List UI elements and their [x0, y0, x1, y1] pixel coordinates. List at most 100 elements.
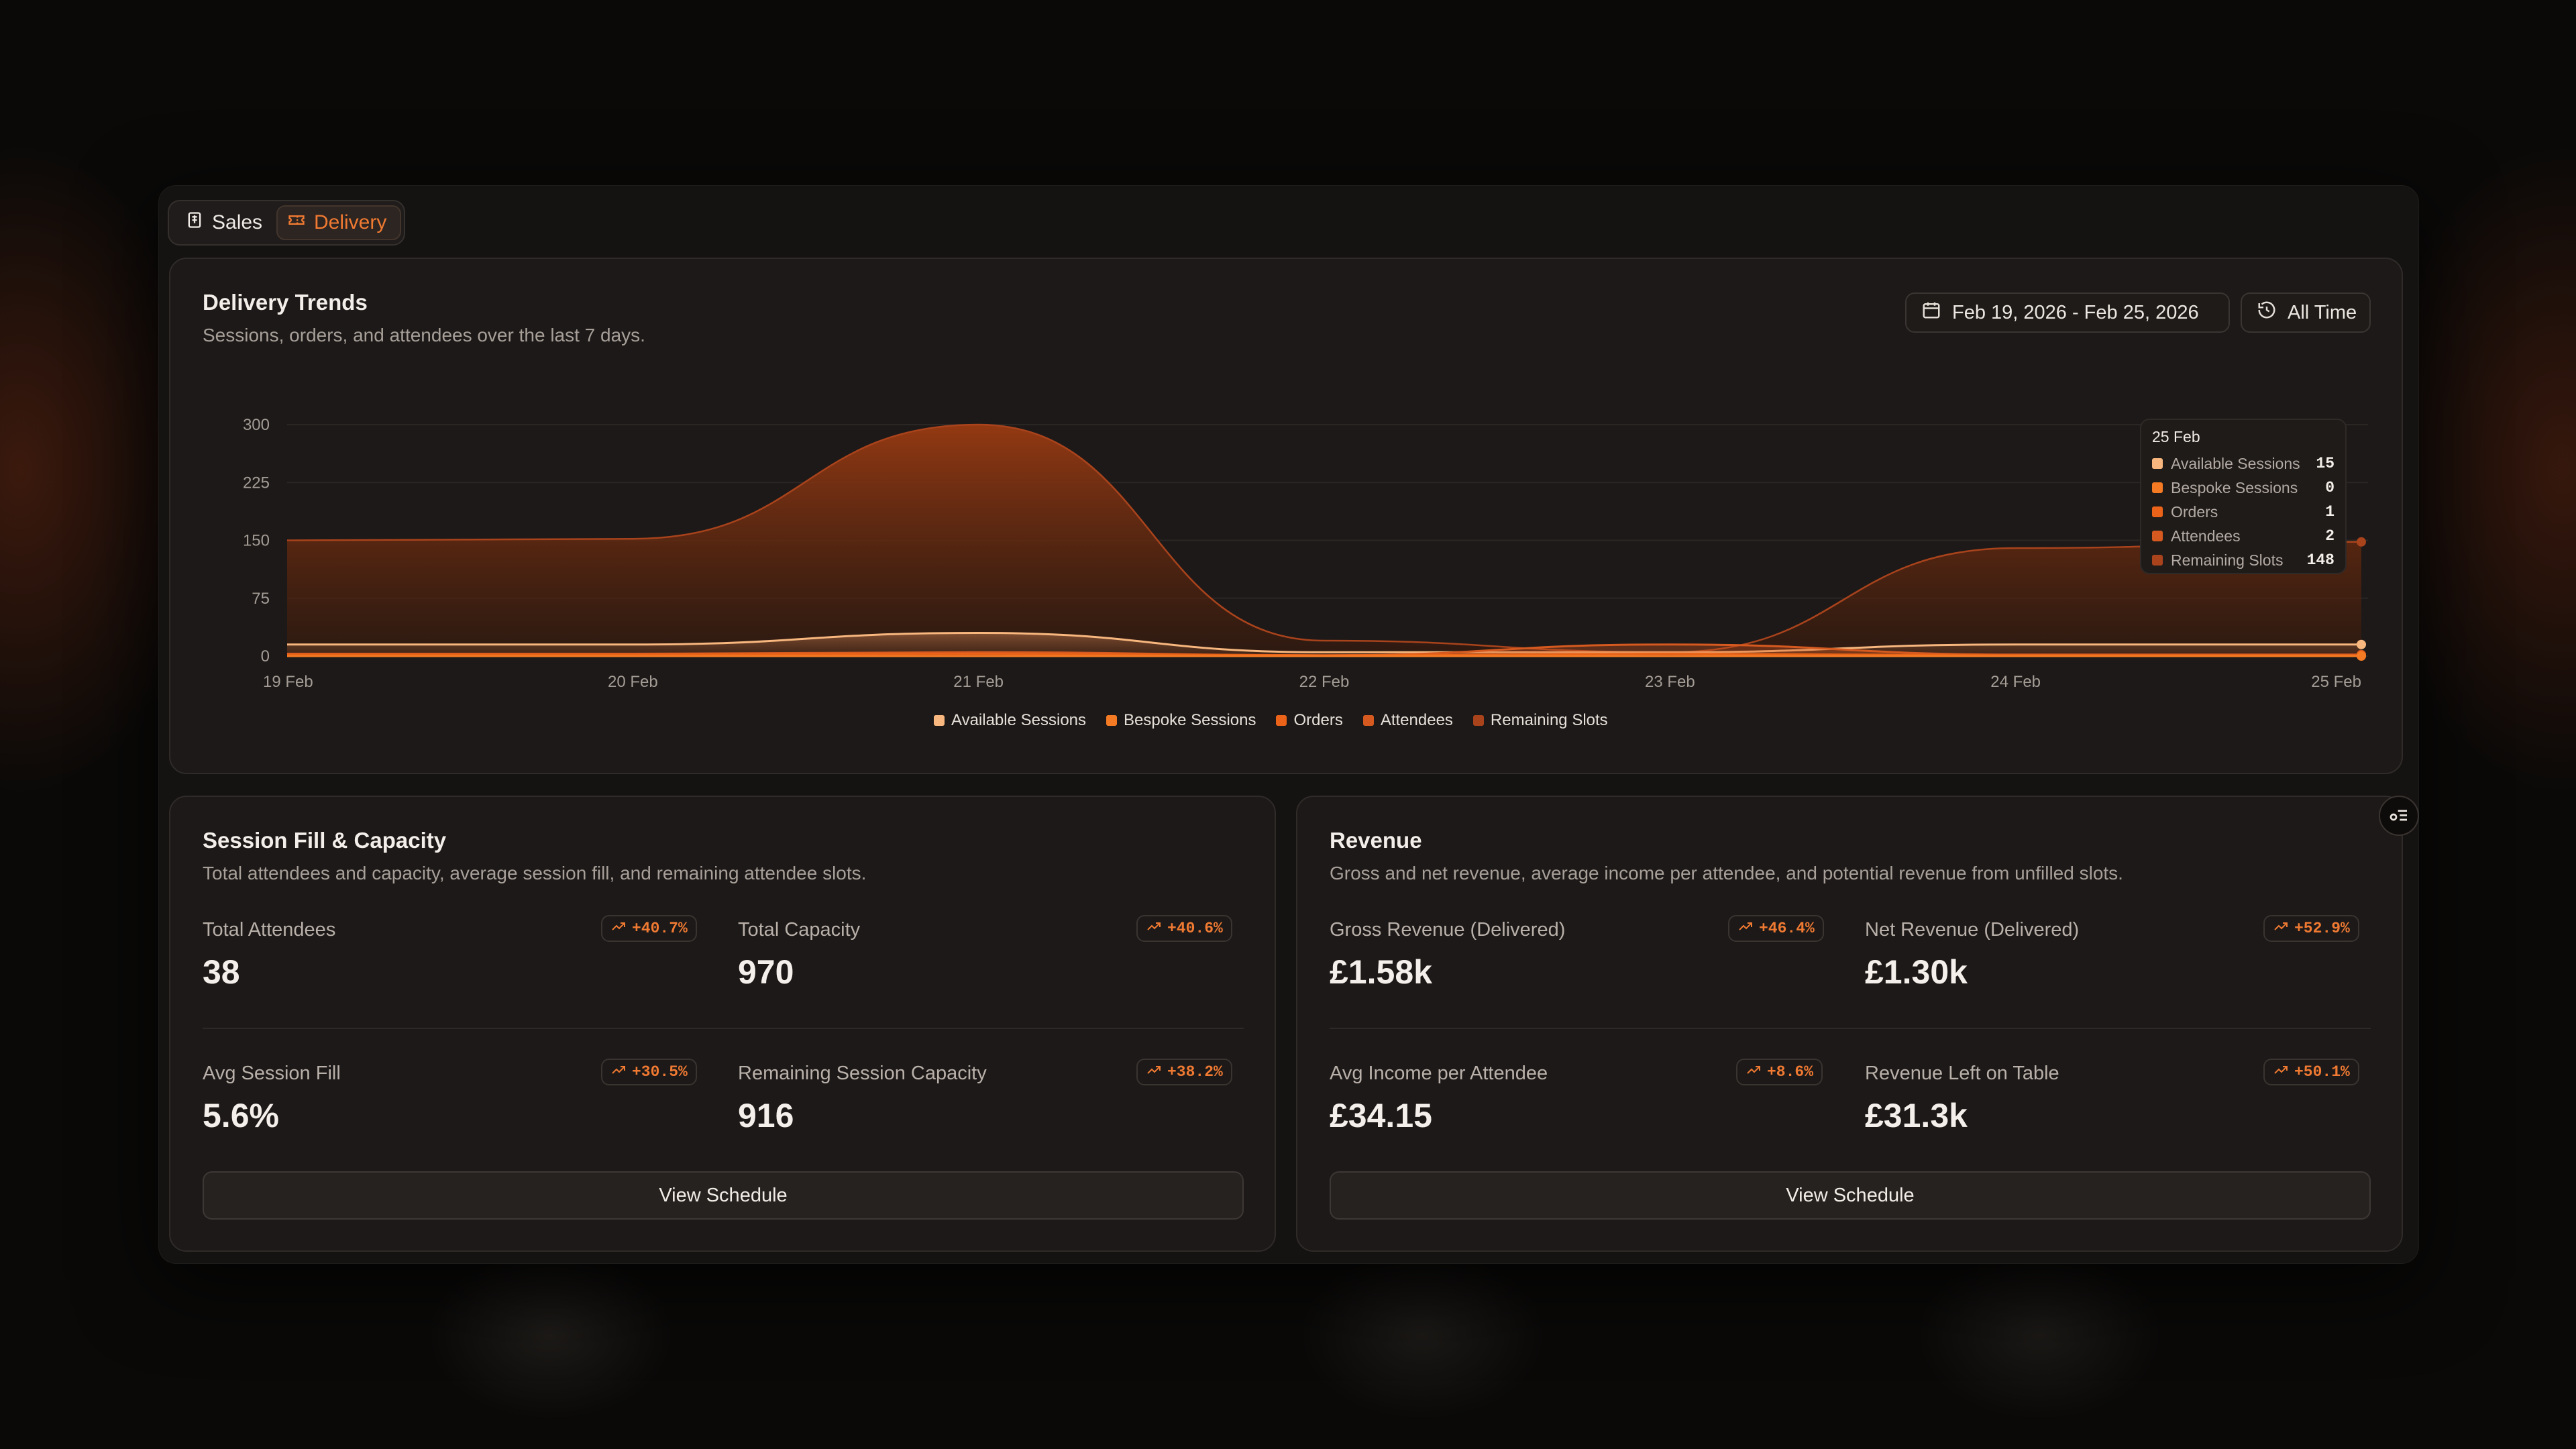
legend-label: Orders: [1293, 711, 1343, 729]
tooltip-swatch: [2152, 482, 2163, 493]
tooltip-row: Remaining Slots 148: [2152, 548, 2334, 572]
metric-label-avg-session-fill: Avg Session Fill: [203, 1063, 341, 1084]
metric-value-avg-session-fill: 5.6%: [203, 1097, 279, 1134]
metrics-divider: [203, 1028, 1244, 1029]
legend-item[interactable]: Bespoke Sessions: [1106, 711, 1256, 730]
x-tick-label: 23 Feb: [1645, 673, 1695, 691]
chart-tooltip: 25 Feb Available Sessions 15 Bespoke Sessi…: [2140, 419, 2347, 574]
y-tick-label: 75: [252, 590, 270, 608]
trend-up-icon: [610, 918, 627, 939]
change-value: +30.5%: [632, 1063, 688, 1081]
legend-item[interactable]: Available Sessions: [934, 711, 1086, 730]
trend-up-icon: [2273, 918, 2289, 939]
legend-label: Bespoke Sessions: [1124, 711, 1256, 729]
trend-up-icon: [1146, 918, 1162, 939]
trend-up-icon: [1737, 918, 1754, 939]
legend-swatch: [1106, 715, 1118, 726]
tooltip-value: 148: [2306, 551, 2334, 569]
customize-button[interactable]: [2379, 796, 2419, 836]
legend-swatch: [1276, 715, 1287, 726]
change-badge: +46.4%: [1728, 915, 1824, 942]
trend-up-icon: [1746, 1062, 1762, 1083]
trend-up-icon: [1146, 1062, 1162, 1083]
session-title: Session Fill & Capacity: [203, 828, 447, 853]
legend-swatch: [934, 715, 945, 726]
legend-swatch: [1362, 715, 1374, 726]
change-badge: +40.6%: [1136, 915, 1232, 942]
legend-label: Available Sessions: [951, 711, 1087, 729]
tooltip-value: 2: [2325, 527, 2334, 545]
metric-value-total-attendees: 38: [203, 953, 240, 991]
legend-swatch: [1472, 715, 1484, 726]
legend-item[interactable]: Attendees: [1362, 711, 1453, 730]
change-badge: +52.9%: [2263, 915, 2359, 942]
metric-label-net-revenue: Net Revenue (Delivered): [1865, 919, 2080, 941]
chart-legend: Available Sessions Bespoke Sessions Orders…: [934, 711, 1608, 730]
change-value: +38.2%: [1167, 1063, 1223, 1081]
revenue-subtitle: Gross and net revenue, average income pe…: [1330, 863, 2123, 883]
metric-label-remaining-capacity: Remaining Session Capacity: [738, 1063, 987, 1084]
session-fill-card: Session Fill & Capacity Total attendees …: [169, 796, 1276, 1252]
metric-value-revenue-left: £31.3k: [1865, 1097, 1968, 1134]
tooltip-value: 0: [2325, 479, 2334, 496]
tooltip-swatch: [2152, 555, 2163, 566]
change-badge: +30.5%: [601, 1059, 697, 1085]
view-schedule-button[interactable]: View Schedule: [203, 1171, 1244, 1220]
change-value: +8.6%: [1767, 1063, 1814, 1081]
metric-label-total-capacity: Total Capacity: [738, 919, 861, 941]
change-badge: +38.2%: [1136, 1059, 1232, 1085]
legend-item[interactable]: Orders: [1276, 711, 1343, 730]
series-point: [2357, 651, 2366, 661]
change-badge: +40.7%: [601, 915, 697, 942]
metrics-divider: [1330, 1028, 2371, 1029]
y-tick-label: 150: [243, 532, 270, 550]
tooltip-row: Attendees 2: [2152, 524, 2334, 548]
settings-list-icon: [2388, 804, 2410, 828]
metric-value-net-revenue: £1.30k: [1865, 953, 1968, 991]
metric-value-avg-income: £34.15: [1330, 1097, 1432, 1134]
y-tick-label: 225: [243, 474, 270, 492]
tooltip-label: Orders: [2171, 502, 2218, 521]
x-tick-label: 25 Feb: [2311, 673, 2361, 691]
x-tick-label: 20 Feb: [608, 673, 658, 691]
change-value: +46.4%: [1759, 920, 1815, 937]
series-point: [2357, 537, 2366, 547]
change-value: +50.1%: [2294, 1063, 2350, 1081]
session-subtitle: Total attendees and capacity, average se…: [203, 863, 867, 883]
series-point: [2357, 639, 2366, 649]
metric-label-revenue-left: Revenue Left on Table: [1865, 1063, 2059, 1084]
metric-label-avg-income: Avg Income per Attendee: [1330, 1063, 1548, 1084]
x-tick-label: 19 Feb: [263, 673, 313, 691]
metric-value-remaining-capacity: 916: [738, 1097, 794, 1134]
x-tick-label: 22 Feb: [1299, 673, 1350, 691]
y-tick-label: 300: [243, 416, 270, 434]
change-value: +40.6%: [1167, 920, 1223, 937]
trend-up-icon: [610, 1062, 627, 1083]
tooltip-label: Remaining Slots: [2171, 551, 2284, 569]
tooltip-swatch: [2152, 531, 2163, 541]
change-badge: +8.6%: [1736, 1059, 1823, 1085]
change-value: +40.7%: [632, 920, 688, 937]
tooltip-label: Bespoke Sessions: [2171, 478, 2298, 496]
tooltip-value: 15: [2316, 455, 2334, 472]
tooltip-label: Attendees: [2171, 527, 2241, 545]
change-badge: +50.1%: [2263, 1059, 2359, 1085]
x-tick-label: 24 Feb: [1990, 673, 2041, 691]
view-schedule-button[interactable]: View Schedule: [1330, 1171, 2371, 1220]
tooltip-label: Available Sessions: [2171, 454, 2300, 472]
change-value: +52.9%: [2294, 920, 2350, 937]
metric-label-total-attendees: Total Attendees: [203, 919, 336, 941]
revenue-card: Revenue Gross and net revenue, average i…: [1296, 796, 2403, 1252]
metric-value-gross-revenue: £1.58k: [1330, 953, 1432, 991]
legend-label: Attendees: [1380, 711, 1453, 729]
y-tick-label: 0: [261, 647, 270, 665]
metric-value-total-capacity: 970: [738, 953, 794, 991]
revenue-title: Revenue: [1330, 828, 1422, 853]
legend-label: Remaining Slots: [1490, 711, 1608, 729]
tooltip-value: 1: [2325, 503, 2334, 521]
metric-label-gross-revenue: Gross Revenue (Delivered): [1330, 919, 1566, 941]
tooltip-swatch: [2152, 458, 2163, 469]
tooltip-row: Available Sessions 15: [2152, 451, 2334, 476]
tooltip-title: 25 Feb: [2152, 428, 2200, 445]
legend-item[interactable]: Remaining Slots: [1472, 711, 1608, 730]
